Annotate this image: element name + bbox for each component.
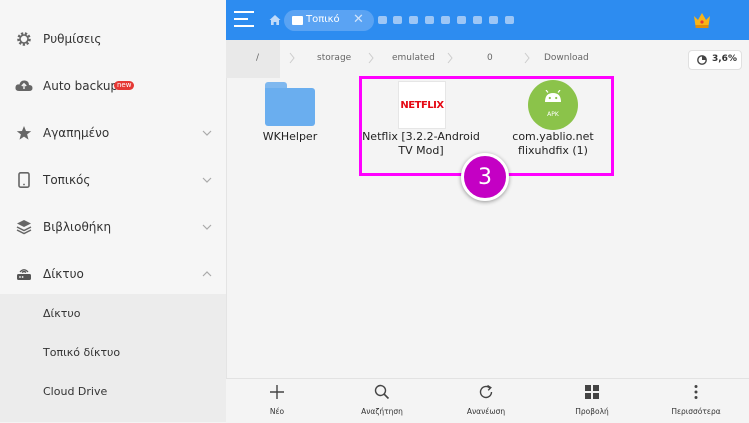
tab-icon[interactable]: [378, 16, 387, 24]
chevron-down-icon[interactable]: [201, 127, 213, 139]
sidebar-item-label: Ρυθμίσεις: [43, 32, 102, 46]
storage-usage-badge[interactable]: 3,6%: [688, 50, 742, 70]
chevron-right-icon: [368, 52, 374, 64]
search-button[interactable]: Αναζήτηση: [342, 379, 422, 423]
sidebar-item-auto-backup[interactable]: Auto backup: [0, 63, 226, 109]
refresh-button[interactable]: Ανανέωση: [446, 379, 526, 423]
step-number: 3: [478, 164, 492, 190]
sidebar-item-label: Auto backup: [43, 79, 119, 93]
breadcrumb-item-storage[interactable]: storage: [317, 53, 351, 63]
refresh-label: Ανανέωση: [466, 407, 506, 416]
new-badge: new: [114, 81, 135, 90]
sidebar-subitem-cloud-drive[interactable]: Cloud Drive: [0, 372, 226, 422]
tab-local[interactable]: Τοπικό ✕: [284, 10, 374, 31]
breadcrumb-item-root[interactable]: /: [256, 53, 259, 63]
router-icon: [15, 265, 33, 283]
sidebar-item-library[interactable]: Βιβλιοθήκη: [0, 204, 226, 250]
sidebar-item-settings[interactable]: Ρυθμίσεις: [0, 16, 226, 62]
chevron-right-icon: [524, 52, 530, 64]
star-icon: [15, 124, 33, 142]
sidebar-item-favorites[interactable]: Αγαπημένο: [0, 110, 226, 156]
sidebar-item-label: Αγαπημένο: [43, 126, 110, 140]
chevron-up-icon[interactable]: [201, 268, 213, 280]
sidebar: Ρυθμίσεις Auto backup new Αγαπημένο Τοπι…: [0, 0, 227, 422]
sidebar-item-network[interactable]: Δίκτυο: [0, 251, 226, 297]
folder-tab-icon: [292, 16, 303, 25]
tab-icon[interactable]: [473, 16, 482, 24]
sidebar-subitem-label: Cloud Drive: [43, 385, 108, 398]
sidebar-subitem-lan[interactable]: Τοπικό δίκτυο: [0, 333, 226, 372]
folder-icon[interactable]: [265, 82, 315, 126]
search-label: Αναζήτηση: [361, 407, 403, 416]
bottom-toolbar: Νέο Αναζήτηση Ανανέωση Προβολή Περισσότε…: [226, 378, 749, 423]
view-button[interactable]: Προβολή: [552, 379, 632, 423]
tab-icon[interactable]: [505, 16, 514, 24]
pie-chart-icon: [697, 55, 707, 65]
tab-icon[interactable]: [489, 16, 498, 24]
tab-icon[interactable]: [393, 16, 402, 24]
breadcrumb-root-area: [226, 40, 280, 78]
cloud-backup-icon: [15, 77, 33, 95]
home-icon[interactable]: [268, 13, 282, 27]
close-icon[interactable]: ✕: [353, 12, 364, 27]
tab-icon[interactable]: [457, 16, 466, 24]
new-label: Νέο: [269, 407, 285, 416]
view-label: Προβολή: [575, 407, 609, 416]
search-icon: [374, 384, 390, 400]
step-number-badge: 3: [461, 153, 509, 201]
file-name: WKHelper: [262, 130, 318, 143]
sidebar-subitem-label: Τοπικό δίκτυο: [43, 346, 121, 359]
more-button[interactable]: Περισσότερα: [656, 379, 736, 423]
top-bar: Τοπικό ✕: [226, 0, 749, 40]
plus-icon: [270, 385, 284, 399]
breadcrumb: / storage emulated 0 Download 3,6%: [226, 40, 749, 78]
storage-usage-value: 3,6%: [712, 54, 737, 64]
tab-label: Τοπικό: [306, 14, 340, 25]
refresh-icon: [479, 384, 493, 399]
grid-view-icon: [585, 385, 599, 399]
tab-icon[interactable]: [441, 16, 450, 24]
sidebar-subitem-network[interactable]: Δίκτυο: [0, 294, 226, 333]
breadcrumb-item-download[interactable]: Download: [544, 53, 589, 63]
gear-icon: [15, 30, 33, 48]
breadcrumb-item-0[interactable]: 0: [487, 53, 493, 63]
chevron-right-icon: [289, 52, 295, 64]
breadcrumb-item-emulated[interactable]: emulated: [392, 53, 435, 63]
phone-icon: [15, 171, 33, 189]
sidebar-subitem-label: Δίκτυο: [43, 307, 81, 320]
sidebar-item-label: Δίκτυο: [43, 267, 84, 281]
tab-icon[interactable]: [425, 16, 434, 24]
file-item-wkhelper[interactable]: WKHelper: [240, 130, 340, 144]
crown-icon[interactable]: [692, 10, 712, 30]
chevron-right-icon: [447, 52, 453, 64]
menu-icon[interactable]: [234, 11, 254, 29]
tab-icon[interactable]: [409, 16, 418, 24]
sidebar-item-label: Τοπικός: [43, 173, 91, 187]
layers-icon: [15, 218, 33, 236]
more-vert-icon: [694, 385, 698, 399]
sidebar-item-label: Βιβλιοθήκη: [43, 220, 112, 234]
chevron-down-icon[interactable]: [201, 174, 213, 186]
new-button[interactable]: Νέο: [237, 379, 317, 423]
more-label: Περισσότερα: [671, 407, 721, 416]
sidebar-item-local[interactable]: Τοπικός: [0, 157, 226, 203]
chevron-down-icon[interactable]: [201, 221, 213, 233]
